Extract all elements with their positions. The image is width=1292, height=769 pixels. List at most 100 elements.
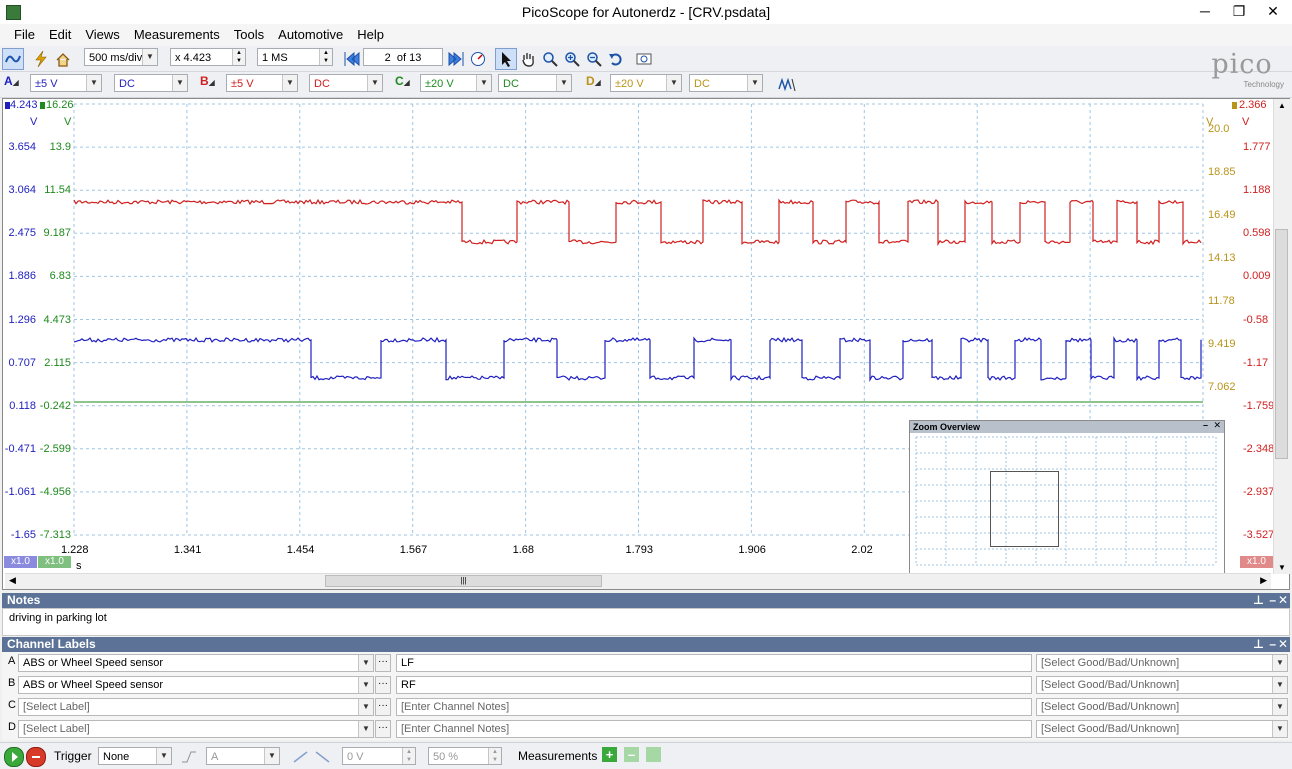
close-button[interactable]: ✕ <box>1256 0 1290 22</box>
channel-c-coupling-select[interactable]: DC ▼ <box>498 74 572 92</box>
label-options-button[interactable]: ··· <box>375 654 391 672</box>
vertical-scrollbar[interactable]: ▲ ▼ <box>1273 99 1290 574</box>
minimize-icon[interactable]: – <box>1269 637 1276 652</box>
zoom-overview-icon[interactable] <box>633 48 655 70</box>
buffer-navigator[interactable]: 2 of 13 <box>363 48 443 66</box>
status-select[interactable]: [Select Good/Bad/Unknown] ▼ <box>1036 676 1288 694</box>
status-select[interactable]: [Select Good/Bad/Unknown] ▼ <box>1036 720 1288 738</box>
close-icon[interactable]: ✕ <box>1278 593 1288 608</box>
vertical-scroll-thumb[interactable] <box>1275 229 1288 459</box>
status-select[interactable]: [Select Good/Bad/Unknown] ▼ <box>1036 698 1288 716</box>
trigger-mode-select[interactable]: None ▼ <box>98 747 172 765</box>
label-options-button[interactable]: ··· <box>375 720 391 738</box>
label-options-button[interactable]: ··· <box>375 698 391 716</box>
channel-a-multiplier[interactable]: x1.0 <box>4 556 37 568</box>
scroll-up-icon[interactable]: ▲ <box>1278 101 1286 110</box>
channel-labels-table: A ABS or Wheel Speed sensor ▼ ··· LF [Sel… <box>2 652 1290 740</box>
channel-d-button[interactable]: D◢ <box>586 74 608 94</box>
status-select[interactable]: [Select Good/Bad/Unknown] ▼ <box>1036 654 1288 672</box>
zoom-out-icon[interactable] <box>583 48 605 70</box>
start-capture-icon[interactable] <box>4 747 24 767</box>
minimize-icon[interactable]: – <box>1269 593 1276 608</box>
channel-c-button[interactable]: C◢ <box>395 74 417 94</box>
trigger-rising-icon[interactable] <box>290 746 312 768</box>
edit-measurement-icon[interactable] <box>646 747 661 762</box>
zoom-stepper[interactable]: x 4.423 ▲ ▼ <box>170 48 246 66</box>
undo-zoom-icon[interactable] <box>605 48 627 70</box>
previous-buffer-icon[interactable] <box>341 48 363 70</box>
label-select[interactable]: ABS or Wheel Speed sensor ▼ <box>18 654 374 672</box>
scroll-right-icon[interactable]: ▶ <box>1260 575 1267 586</box>
channel-b-multiplier[interactable]: x1.0 <box>1240 556 1273 568</box>
axis-b-tick: 1.188 <box>1243 184 1271 197</box>
pin-icon[interactable]: ⊥ <box>1253 637 1264 652</box>
pointer-tool-icon[interactable] <box>495 48 517 70</box>
window-title: PicoScope for Autonerdz - [CRV.psdata] <box>521 4 771 20</box>
menu-help[interactable]: Help <box>350 24 391 42</box>
stop-capture-icon[interactable] <box>26 747 46 767</box>
trigger-channel-select[interactable]: A ▼ <box>206 747 280 765</box>
menu-measurements[interactable]: Measurements <box>127 24 227 42</box>
trigger-falling-icon[interactable] <box>312 746 334 768</box>
menu-views[interactable]: Views <box>78 24 126 42</box>
close-icon[interactable]: ✕ <box>1278 637 1288 652</box>
lightning-icon[interactable] <box>30 48 52 70</box>
zoom-tool-icon[interactable] <box>539 48 561 70</box>
channel-c-multiplier[interactable]: x1.0 <box>38 556 71 568</box>
channel-c-range-select[interactable]: ±20 V ▼ <box>420 74 492 92</box>
channel-b-button[interactable]: B◢ <box>200 74 222 94</box>
label-select[interactable]: ABS or Wheel Speed sensor ▼ <box>18 676 374 694</box>
channel-a-button[interactable]: A◢ <box>4 74 26 94</box>
channel-a-range-select[interactable]: ±5 V ▼ <box>30 74 102 92</box>
scope-view[interactable]: 4.243 16.26 V V 2.366 V V 3.654 3.064 2.47… <box>2 98 1290 590</box>
label-select[interactable]: [Select Label] ▼ <box>18 698 374 716</box>
channel-notes-input[interactable]: RF <box>396 676 1032 694</box>
pin-icon[interactable]: ⊥ <box>1253 593 1264 608</box>
channel-d-coupling-select[interactable]: DC ▼ <box>689 74 763 92</box>
home-icon[interactable] <box>52 48 74 70</box>
spin-icon: ▲ ▼ <box>402 748 415 764</box>
channel-notes-input[interactable]: LF <box>396 654 1032 672</box>
channel-notes-input[interactable]: [Enter Channel Notes] <box>396 698 1032 716</box>
axis-b-tick: -2.937 <box>1243 485 1275 498</box>
remove-measurement-icon[interactable]: – <box>624 747 639 762</box>
timebase-select[interactable]: 500 ms/div ▼ <box>84 48 158 66</box>
channel-a-range: ±5 V <box>35 78 58 90</box>
horizontal-scroll-thumb[interactable]: ||| <box>325 575 602 587</box>
add-measurement-icon[interactable]: + <box>602 747 617 762</box>
menu-tools[interactable]: Tools <box>227 24 271 42</box>
compass-icon[interactable] <box>467 48 489 70</box>
scroll-left-icon[interactable]: ◀ <box>9 575 16 586</box>
menu-automotive[interactable]: Automotive <box>271 24 350 42</box>
zoom-overview-close-icon[interactable]: ✕ <box>1213 420 1221 431</box>
trigger-percent-stepper[interactable]: 50 % ▲ ▼ <box>428 747 502 765</box>
trigger-edge-icon[interactable] <box>178 746 200 768</box>
notes-textarea[interactable]: driving in parking lot <box>2 608 1290 636</box>
channel-d-range-select[interactable]: ±20 V ▼ <box>610 74 682 92</box>
zoom-overview-panel[interactable]: Zoom Overview – ✕ <box>909 420 1225 574</box>
scroll-down-icon[interactable]: ▼ <box>1278 563 1286 572</box>
scope-mode-icon[interactable] <box>2 48 24 70</box>
channel-b-letter: B <box>200 74 209 88</box>
hand-tool-icon[interactable] <box>517 48 539 70</box>
restore-button[interactable]: ❐ <box>1222 0 1256 22</box>
zoom-in-icon[interactable] <box>561 48 583 70</box>
next-buffer-icon[interactable] <box>445 48 467 70</box>
trigger-label: Trigger <box>54 749 92 763</box>
menu-file[interactable]: File <box>7 24 42 42</box>
minimize-button[interactable]: ─ <box>1188 0 1222 22</box>
trigger-level-stepper[interactable]: 0 V ▲ ▼ <box>342 747 416 765</box>
zoom-overview-viewport[interactable] <box>990 471 1059 547</box>
channel-b-coupling-select[interactable]: DC ▼ <box>309 74 383 92</box>
axis-d-tick: 18.85 <box>1208 165 1236 178</box>
channel-notes-input[interactable]: [Enter Channel Notes] <box>396 720 1032 738</box>
horizontal-scrollbar[interactable]: ◀ ||| ▶ <box>5 573 1271 589</box>
channel-b-range-select[interactable]: ±5 V ▼ <box>226 74 298 92</box>
axis-a-tick: 3.064 <box>8 184 36 197</box>
label-options-button[interactable]: ··· <box>375 676 391 694</box>
samples-stepper[interactable]: 1 MS ▲ ▼ <box>257 48 333 66</box>
menu-edit[interactable]: Edit <box>42 24 78 42</box>
zoom-overview-minimize-icon[interactable]: – <box>1203 420 1208 430</box>
label-select[interactable]: [Select Label] ▼ <box>18 720 374 738</box>
channel-a-coupling-select[interactable]: DC ▼ <box>114 74 188 92</box>
